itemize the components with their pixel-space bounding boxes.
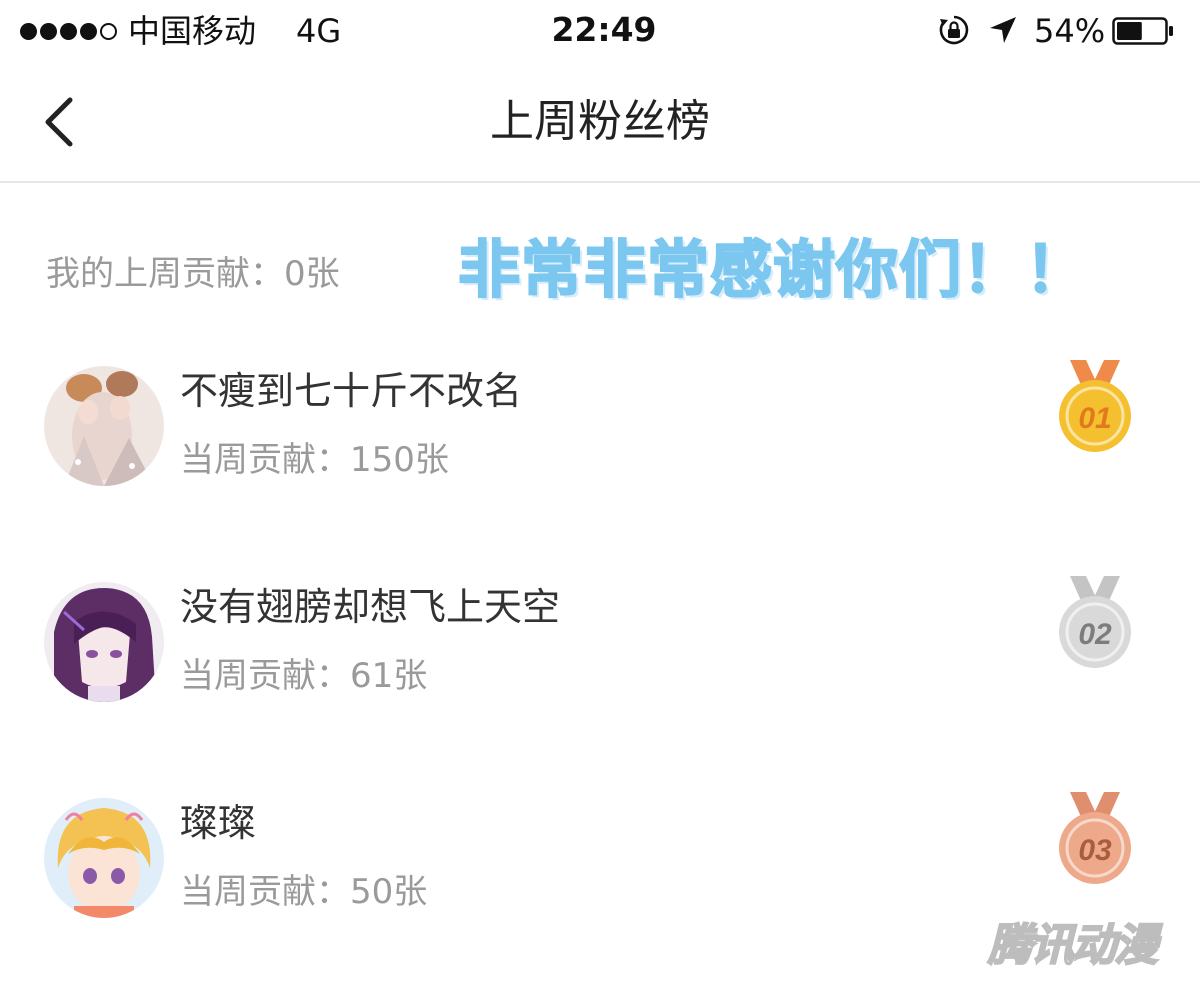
svg-text:02: 02	[1078, 618, 1112, 651]
nav-bar: 上周粉丝榜	[0, 62, 1200, 183]
page-title: 上周粉丝榜	[490, 96, 710, 147]
thanks-banner-text: 非常非常感谢你们！！	[457, 232, 1089, 307]
fan-name: 璨璨	[180, 801, 257, 845]
my-weekly-contribution: 我的上周贡献：0张	[46, 254, 340, 294]
location-arrow-icon	[990, 17, 1016, 43]
status-bar: 中国移动 4G 22:49 54%	[0, 0, 1200, 62]
fan-contribution: 当周贡献：50张	[180, 872, 428, 912]
fan-contribution: 当周贡献：150张	[180, 440, 449, 480]
bronze-medal-icon: 03	[1059, 792, 1131, 884]
svg-text:01: 01	[1078, 402, 1111, 435]
chevron-left-icon[interactable]	[28, 92, 88, 152]
ranking-item-1[interactable]: 不瘦到七十斤不改名 当周贡献：150张 01	[0, 360, 1200, 506]
network-type: 4G	[296, 12, 342, 50]
fan-ranking-screen: 中国移动 4G 22:49 54% 上周粉丝榜 我的上周贡献：0张 非常非常感谢…	[0, 0, 1200, 991]
ranking-item-2[interactable]: 没有翅膀却想飞上天空 当周贡献：61张 02	[0, 576, 1200, 722]
battery-percent: 54%	[1034, 12, 1106, 50]
gold-medal-icon: 01	[1059, 360, 1131, 452]
avatar[interactable]	[44, 366, 164, 486]
status-time: 22:49	[551, 10, 657, 49]
fan-name: 没有翅膀却想飞上天空	[180, 585, 561, 629]
tencent-comic-watermark: 腾讯动漫	[987, 919, 1159, 972]
carrier-name: 中国移动	[128, 12, 257, 50]
silver-medal-icon: 02	[1059, 576, 1131, 668]
fan-contribution: 当周贡献：61张	[180, 656, 428, 696]
avatar[interactable]	[44, 798, 164, 918]
avatar[interactable]	[44, 582, 164, 702]
fan-name: 不瘦到七十斤不改名	[180, 369, 523, 413]
orientation-lock-icon	[939, 15, 969, 45]
ranking-item-3[interactable]: 璨璨 当周贡献：50张 03	[0, 792, 1200, 938]
svg-text:03: 03	[1078, 834, 1112, 867]
battery-icon	[1112, 17, 1173, 45]
signal-dots-icon	[20, 23, 117, 40]
